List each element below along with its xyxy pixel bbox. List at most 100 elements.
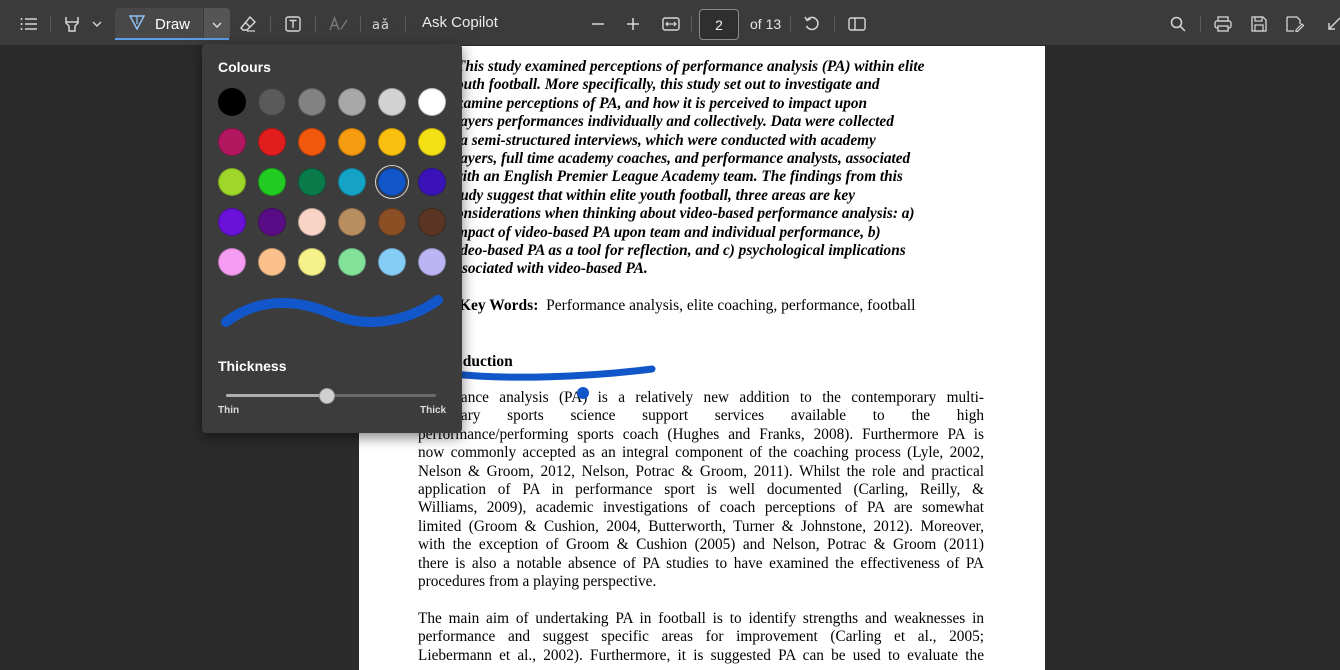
rotate-icon[interactable]: [801, 8, 823, 40]
colour-swatch[interactable]: [218, 88, 246, 116]
draw-options-button[interactable]: [204, 8, 230, 40]
toolbar-separator: [790, 16, 791, 32]
thickness-title: Thickness: [218, 358, 286, 374]
colour-swatch[interactable]: [418, 88, 446, 116]
colour-swatch[interactable]: [338, 208, 366, 236]
paragraph-line: performance/performing sports coach (Hug…: [418, 426, 984, 444]
read-aloud-icon[interactable]: [327, 8, 351, 40]
colour-swatch[interactable]: [218, 168, 246, 196]
colour-swatch[interactable]: [338, 88, 366, 116]
colour-swatch[interactable]: [378, 88, 406, 116]
colour-swatch[interactable]: [418, 208, 446, 236]
contents-icon[interactable]: [16, 8, 42, 40]
page-view-icon[interactable]: [845, 8, 869, 40]
colour-swatch[interactable]: [338, 128, 366, 156]
draw-button[interactable]: Draw: [115, 8, 203, 40]
colour-swatch[interactable]: [378, 128, 406, 156]
abstract-line: layers performances individually and col…: [456, 113, 948, 131]
abstract-line: onsiderations when thinking about video-…: [456, 205, 948, 223]
section-heading: oduction: [455, 353, 513, 371]
colour-swatch[interactable]: [418, 128, 446, 156]
paragraph-line: procedures from a playing perspective.: [418, 573, 984, 591]
paragraph-line: performance and suggest specific areas f…: [418, 628, 984, 646]
paragraph: mance analysis (PA) is a relatively new …: [418, 389, 984, 591]
keywords: Key Words: Performance analysis, elite c…: [459, 297, 915, 315]
toolbar-separator: [691, 16, 692, 32]
thickness-slider-handle[interactable]: [319, 388, 335, 404]
colour-swatch[interactable]: [258, 208, 286, 236]
toolbar-separator: [405, 16, 406, 32]
paragraph-line: there is also a notable absence of PA st…: [418, 555, 984, 573]
translate-icon[interactable]: aǎ: [370, 8, 396, 40]
thin-label: Thin: [218, 405, 239, 416]
abstract-line: ia semi-structured interviews, which wer…: [456, 132, 948, 150]
toolbar-separator: [834, 16, 835, 32]
toolbar-separator: [270, 16, 271, 32]
erase-icon[interactable]: [237, 8, 259, 40]
search-icon[interactable]: [1167, 8, 1189, 40]
chevron-down-icon[interactable]: [88, 8, 106, 40]
fit-width-icon[interactable]: [660, 8, 682, 40]
toolbar-separator: [360, 16, 361, 32]
paragraph-line: application of PA in performance sport i…: [418, 481, 984, 499]
zoom-out-icon[interactable]: [588, 8, 608, 40]
page-count: of 13: [750, 16, 781, 32]
save-icon[interactable]: [1248, 8, 1270, 40]
colour-swatch[interactable]: [378, 168, 406, 196]
paragraph-line: limited (Groom & Cushion, 2004, Butterwo…: [418, 518, 984, 536]
paragraph-line: Liebermann et al., 2002). Furthermore, i…: [418, 647, 984, 665]
keywords-text: Performance analysis, elite coaching, pe…: [546, 297, 915, 314]
abstract-line: vith an English Premier League Academy t…: [456, 168, 948, 186]
chevron-down-icon: [212, 15, 222, 33]
colour-swatch[interactable]: [338, 248, 366, 276]
text-box-icon[interactable]: [282, 8, 304, 40]
paragraph: The main aim of undertaking PA in footba…: [418, 610, 984, 665]
colour-swatch[interactable]: [418, 248, 446, 276]
abstract-line: xamine perceptions of PA, and how it is …: [456, 95, 948, 113]
paragraph-line: inary sports science support services av…: [418, 407, 984, 425]
colour-swatch[interactable]: [298, 88, 326, 116]
svg-text:a: a: [372, 18, 380, 32]
thickness-slider-fill: [226, 394, 327, 397]
paragraph-line: mance analysis (PA) is a relatively new …: [418, 389, 984, 407]
colour-swatch[interactable]: [418, 168, 446, 196]
keywords-label: Key Words:: [459, 297, 538, 314]
colour-swatch[interactable]: [298, 208, 326, 236]
zoom-in-icon[interactable]: [623, 8, 643, 40]
expand-icon[interactable]: [1326, 8, 1340, 40]
colour-swatch[interactable]: [298, 248, 326, 276]
draw-options-panel: Colours Thickness Thin Thick: [202, 44, 462, 433]
colour-swatch[interactable]: [378, 248, 406, 276]
abstract-line: ssociated with video-based PA.: [456, 260, 948, 278]
toolbar-separator: [1200, 16, 1201, 32]
colour-swatch[interactable]: [258, 248, 286, 276]
colour-swatch[interactable]: [218, 248, 246, 276]
colour-swatch[interactable]: [258, 168, 286, 196]
abstract-line: outh football. More specifically, this s…: [456, 76, 948, 94]
draw-active-indicator: [115, 38, 229, 40]
ask-copilot-button[interactable]: Ask Copilot: [422, 14, 498, 31]
highlight-icon[interactable]: [60, 8, 84, 40]
colour-swatch[interactable]: [218, 208, 246, 236]
paragraph-line: with the exception of Groom & Cushion (2…: [418, 536, 984, 554]
colours-title: Colours: [218, 59, 271, 75]
colour-swatch[interactable]: [378, 208, 406, 236]
draw-label: Draw: [155, 16, 190, 33]
abstract-line: mpact of video-based PA upon team and in…: [456, 224, 948, 242]
colour-swatch[interactable]: [298, 168, 326, 196]
colour-swatch[interactable]: [258, 128, 286, 156]
abstract: This study examined perceptions of perfo…: [456, 58, 948, 279]
page-number-input[interactable]: 2: [699, 9, 739, 40]
thick-label: Thick: [420, 405, 446, 416]
save-as-icon[interactable]: [1284, 8, 1306, 40]
colour-swatch[interactable]: [338, 168, 366, 196]
toolbar: Draw aǎ Ask Copilot 2 of 13: [0, 0, 1340, 46]
colour-swatch[interactable]: [258, 88, 286, 116]
colour-swatch[interactable]: [218, 128, 246, 156]
paragraph-line: The main aim of undertaking PA in footba…: [418, 610, 984, 628]
draw-pen-icon: [129, 14, 145, 34]
colour-swatch[interactable]: [298, 128, 326, 156]
stroke-preview: [220, 290, 444, 332]
abstract-line: tudy suggest that within elite youth foo…: [456, 187, 948, 205]
print-icon[interactable]: [1212, 8, 1234, 40]
